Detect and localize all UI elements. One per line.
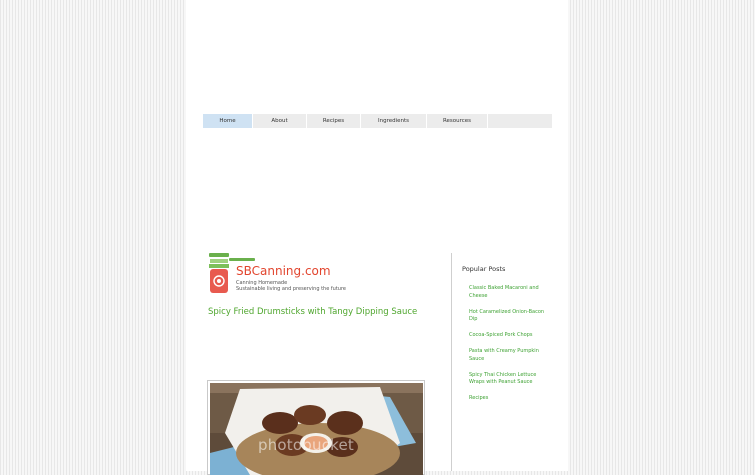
popular-post-link[interactable]: Classic Baked Macaroni and Cheese [469, 285, 549, 300]
site-tagline-sub: Sustainable living and preserving the fu… [236, 286, 346, 292]
popular-posts-list: Classic Baked Macaroni and Cheese Hot Ca… [469, 285, 549, 411]
photo-watermark: photobucket [258, 436, 355, 454]
nav-resources[interactable]: Resources [427, 114, 488, 128]
nav-about[interactable]: About [253, 114, 307, 128]
popular-post-link[interactable]: Recipes [469, 395, 549, 403]
sidebar-divider [451, 253, 452, 471]
drumsticks-photo[interactable] [210, 383, 423, 475]
popular-post-link[interactable]: Pasta with Creamy Pumpkin Sauce [469, 348, 549, 363]
nav-recipes[interactable]: Recipes [307, 114, 361, 128]
popular-post-link[interactable]: Hot Caramelized Onion-Bacon Dip [469, 309, 549, 324]
nav-ingredients[interactable]: Ingredients [361, 114, 427, 128]
post-title[interactable]: Spicy Fried Drumsticks with Tangy Dippin… [208, 307, 417, 317]
popular-post-link[interactable]: Spicy Thai Chicken Lettuce Wraps with Pe… [469, 372, 549, 387]
popular-post-link[interactable]: Cocoa-Spiced Pork Chops [469, 332, 549, 340]
main-nav: Home About Recipes Ingredients Resources [203, 114, 552, 128]
sidebar-heading: Popular Posts [462, 265, 506, 273]
nav-empty[interactable] [488, 114, 552, 128]
nav-home[interactable]: Home [203, 114, 253, 128]
site-name[interactable]: SBCanning.com [236, 264, 331, 278]
